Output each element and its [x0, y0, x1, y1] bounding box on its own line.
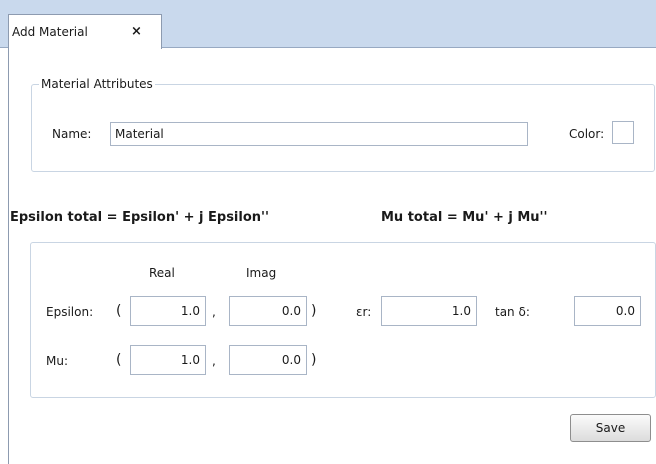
- mu-formula: Mu total = Mu' + j Mu'': [381, 210, 548, 225]
- color-label: Color:: [569, 127, 605, 141]
- epsilon-real-input[interactable]: [130, 296, 206, 326]
- epsilon-imag-input[interactable]: [229, 296, 307, 326]
- save-button[interactable]: Save: [570, 414, 651, 442]
- color-swatch[interactable]: [612, 121, 634, 144]
- mu-comma: ,: [212, 354, 216, 368]
- epsilon-label: Epsilon:: [46, 305, 94, 319]
- content-border: [8, 48, 9, 464]
- tab-add-material[interactable]: Add Material ×: [8, 14, 162, 49]
- name-input[interactable]: [110, 122, 528, 146]
- mu-real-input[interactable]: [130, 345, 206, 375]
- tan-delta-input[interactable]: [574, 296, 641, 326]
- epsilon-open-paren: (: [116, 303, 122, 319]
- permittivity-group: [30, 242, 656, 398]
- epsilon-comma: ,: [212, 305, 216, 319]
- mu-imag-input[interactable]: [229, 345, 307, 375]
- close-icon[interactable]: ×: [131, 24, 142, 39]
- name-label: Name:: [52, 127, 92, 141]
- imag-header: Imag: [246, 266, 277, 280]
- mu-open-paren: (: [116, 352, 122, 368]
- mu-label: Mu:: [46, 354, 69, 368]
- tan-delta-label: tan δ:: [495, 305, 530, 319]
- real-header: Real: [149, 266, 175, 280]
- er-label: εr:: [356, 305, 372, 319]
- epsilon-close-paren: ): [311, 303, 317, 319]
- tab-bar: Add Material ×: [0, 0, 656, 49]
- epsilon-formula: Epsilon total = Epsilon' + j Epsilon'': [10, 210, 269, 225]
- material-attributes-legend: Material Attributes: [41, 77, 153, 91]
- er-input[interactable]: [381, 296, 477, 326]
- mu-close-paren: ): [311, 352, 317, 368]
- tab-label[interactable]: Add Material: [12, 25, 88, 39]
